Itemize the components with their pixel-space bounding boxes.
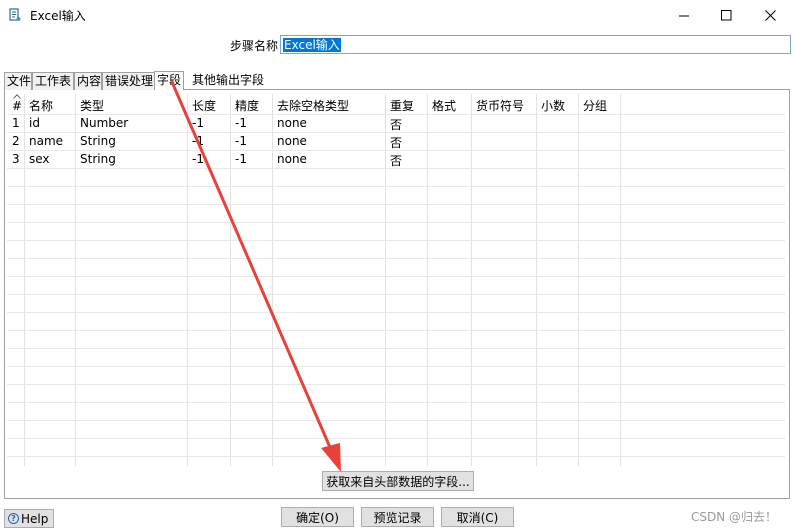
header-trim-type[interactable]: 去除空格类型 xyxy=(277,97,349,114)
step-name-label: 步骤名称 xyxy=(230,39,279,53)
get-fields-from-header-button[interactable]: 获取来自头部数据的字段... xyxy=(322,471,474,491)
table-cell-precision[interactable]: -1 xyxy=(235,116,247,130)
kettle-step-icon xyxy=(9,8,21,21)
window-title: Excel输入 xyxy=(30,9,86,23)
minimize-button[interactable] xyxy=(661,0,707,30)
table-cell-trim[interactable]: none xyxy=(277,116,307,130)
help-button[interactable]: ? Help xyxy=(4,509,54,528)
table-cell-type[interactable]: String xyxy=(80,134,116,148)
table-row-number: 2 xyxy=(12,134,20,148)
tab-file[interactable]: 文件 xyxy=(4,72,32,90)
table-cell-precision[interactable]: -1 xyxy=(235,152,247,166)
preview-button[interactable]: 预览记录 xyxy=(361,507,434,527)
close-button[interactable] xyxy=(747,0,793,30)
close-icon xyxy=(764,9,776,21)
table-cell-length[interactable]: -1 xyxy=(192,134,204,148)
table-cell-type[interactable]: Number xyxy=(80,116,128,130)
header-currency[interactable]: 货币符号 xyxy=(476,97,524,114)
help-label: Help xyxy=(21,511,49,526)
header-length[interactable]: 长度 xyxy=(192,97,216,114)
watermark: CSDN @归去！ xyxy=(691,510,778,524)
header-name[interactable]: 名称 xyxy=(29,97,53,114)
table-cell-length[interactable]: -1 xyxy=(192,116,204,130)
tab-content[interactable]: 内容 xyxy=(74,72,102,90)
cancel-button[interactable]: 取消(C) xyxy=(441,507,514,527)
tab-fields[interactable]: 字段 xyxy=(154,71,184,90)
table-cell-trim[interactable]: none xyxy=(277,152,307,166)
table-cell-name[interactable]: name xyxy=(29,134,63,148)
tab-worksheet[interactable]: 工作表 xyxy=(32,72,74,90)
table-cell-repeat[interactable]: 否 xyxy=(390,116,402,133)
table-row-number: 1 xyxy=(12,116,20,130)
maximize-icon xyxy=(720,9,731,20)
table-cell-length[interactable]: -1 xyxy=(192,152,204,166)
header-format[interactable]: 格式 xyxy=(432,97,456,114)
step-name-input[interactable]: Excel输入 xyxy=(280,35,791,54)
help-icon: ? xyxy=(8,513,19,524)
table-cell-name[interactable]: id xyxy=(29,116,40,130)
table-cell-repeat[interactable]: 否 xyxy=(390,152,402,169)
table-cell-trim[interactable]: none xyxy=(277,134,307,148)
header-repeat[interactable]: 重复 xyxy=(390,97,414,114)
header-precision[interactable]: 精度 xyxy=(235,97,259,114)
table-cell-repeat[interactable]: 否 xyxy=(390,134,402,151)
minimize-icon xyxy=(678,15,689,16)
table-cell-precision[interactable]: -1 xyxy=(235,134,247,148)
header-row-number: # xyxy=(12,99,23,113)
tab-error-handling[interactable]: 错误处理 xyxy=(102,72,155,90)
ok-button[interactable]: 确定(O) xyxy=(281,507,354,527)
tab-other-output-fields[interactable]: 其他输出字段 xyxy=(190,72,270,90)
fields-table[interactable]: # 名称 类型 长度 精度 去除空格类型 重复 格式 货币符号 小数 分组 1 … xyxy=(7,94,785,466)
header-decimal[interactable]: 小数 xyxy=(541,97,565,114)
step-name-value: Excel输入 xyxy=(283,38,341,52)
table-cell-type[interactable]: String xyxy=(80,152,116,166)
table-cell-name[interactable]: sex xyxy=(29,152,50,166)
header-type[interactable]: 类型 xyxy=(80,97,104,114)
header-group[interactable]: 分组 xyxy=(583,97,607,114)
maximize-button[interactable] xyxy=(703,0,749,30)
table-row-number: 3 xyxy=(12,152,20,166)
title-bar: Excel输入 xyxy=(0,0,793,30)
